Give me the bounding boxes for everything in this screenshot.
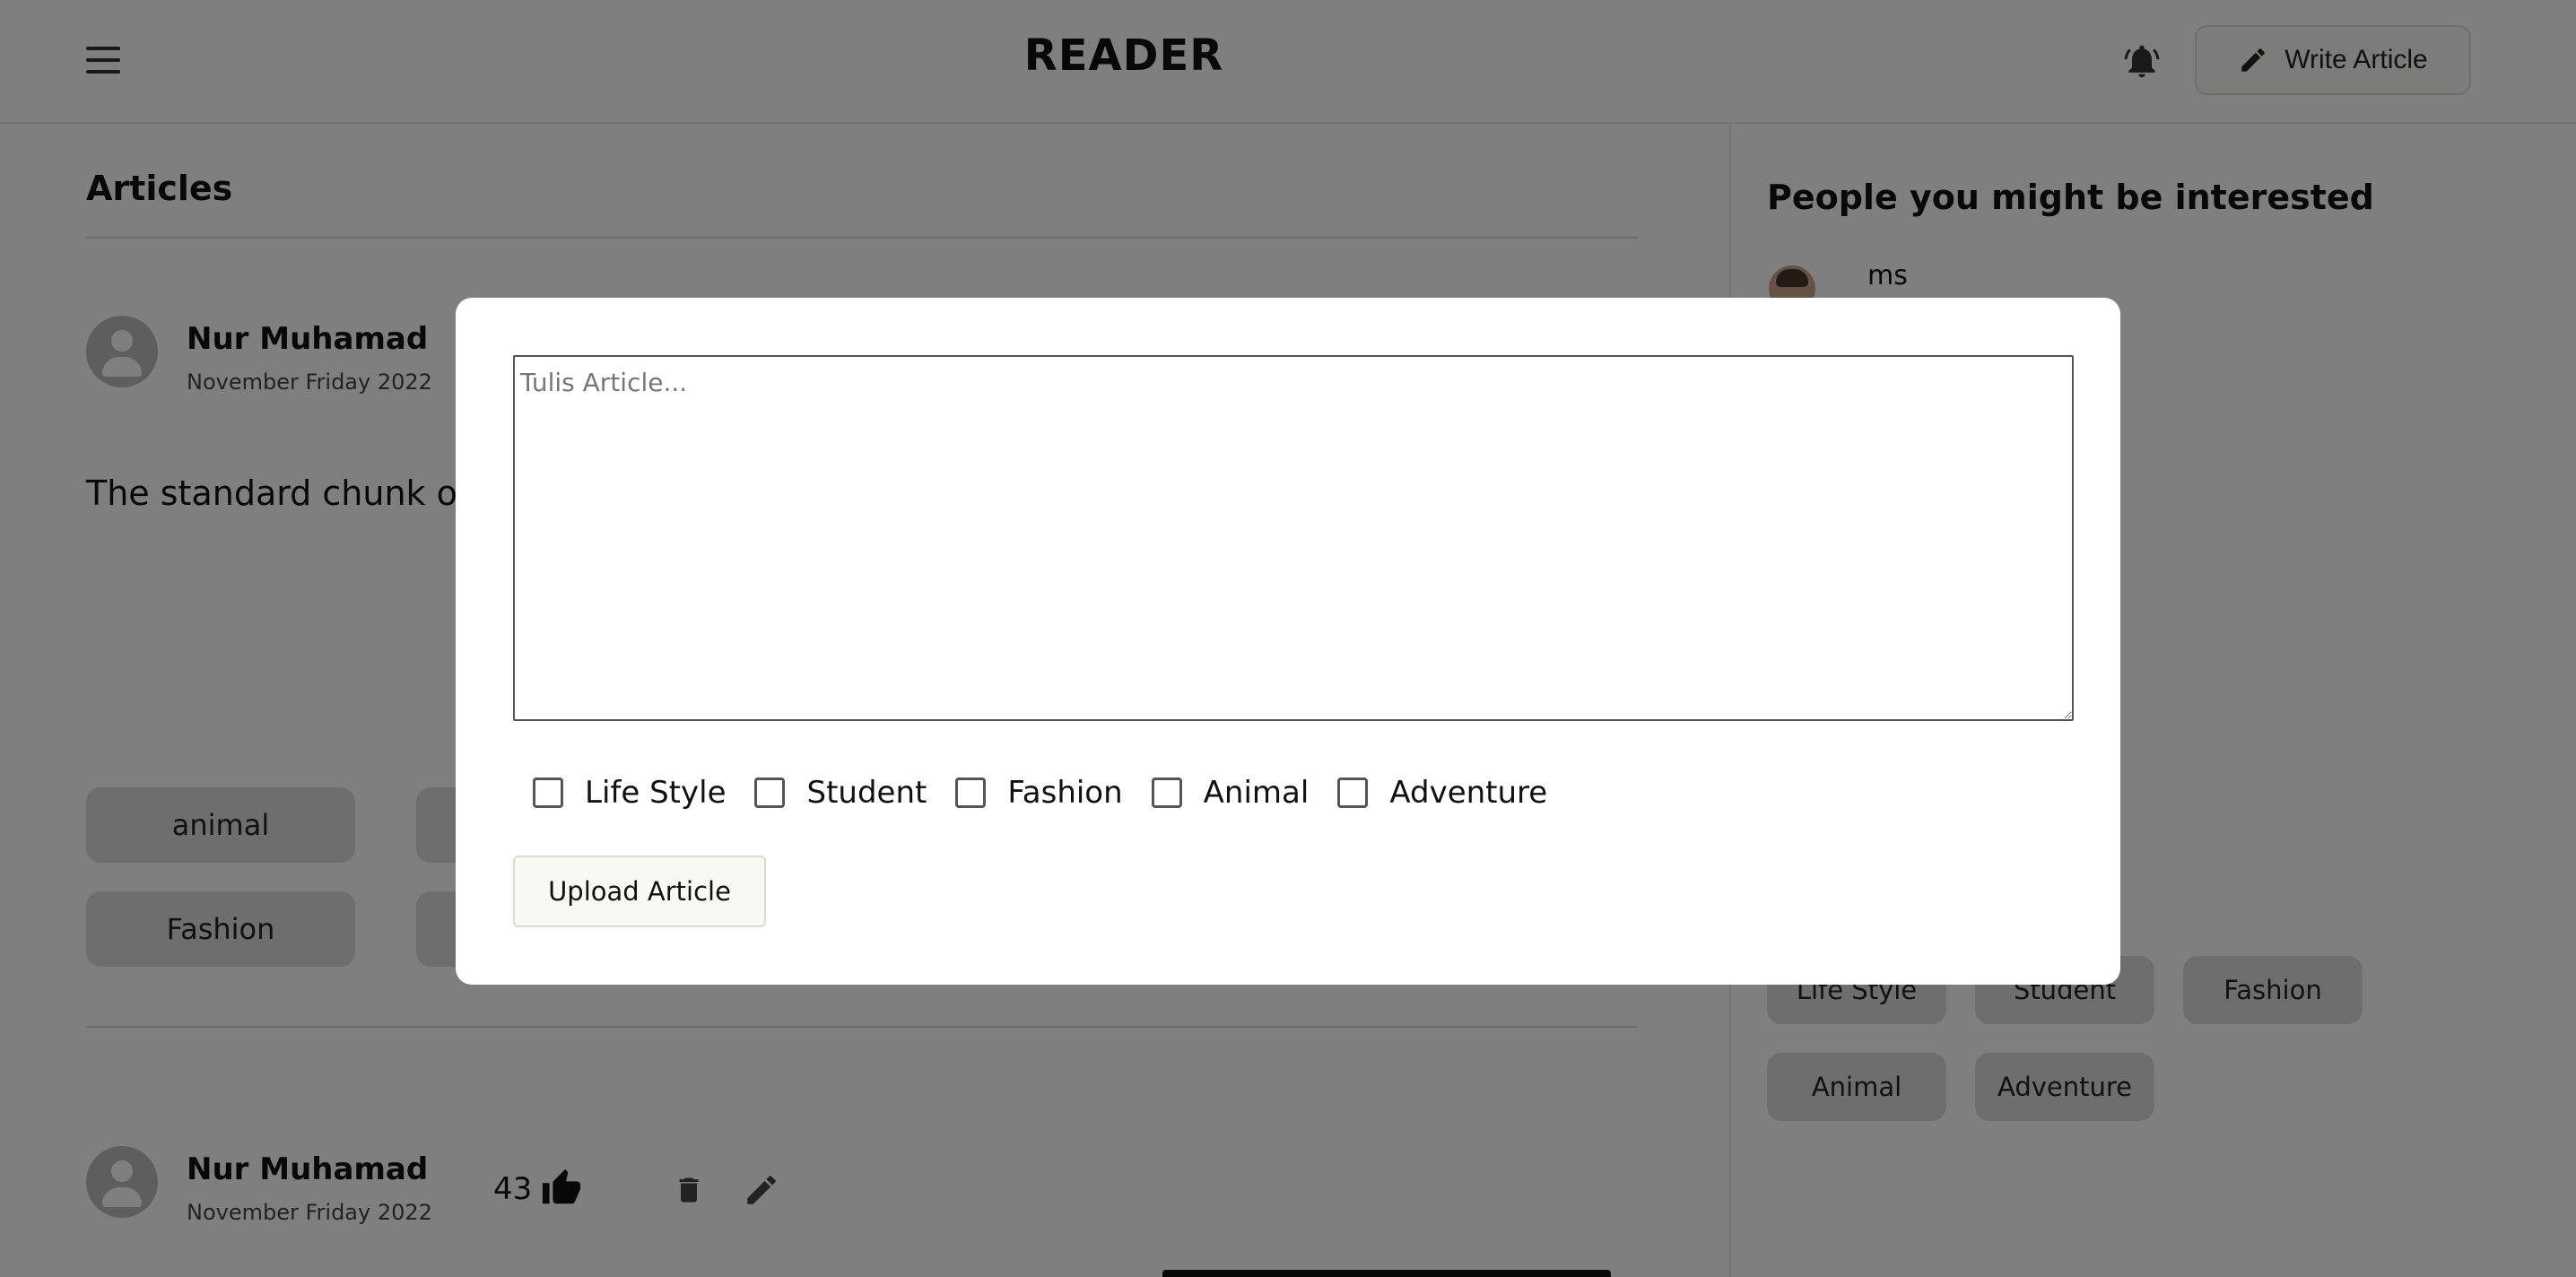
category-label: Life Style bbox=[585, 775, 727, 811]
checkbox-adventure[interactable] bbox=[1337, 777, 1369, 808]
checkbox-student[interactable] bbox=[754, 777, 786, 808]
category-checkboxes: Life Style Student Fashion Animal Advent… bbox=[533, 771, 1576, 814]
checkbox-animal[interactable] bbox=[1151, 777, 1182, 808]
category-label: Fashion bbox=[1007, 775, 1123, 811]
category-life-style[interactable]: Life Style bbox=[533, 775, 726, 811]
category-fashion[interactable]: Fashion bbox=[955, 775, 1123, 811]
reader-page: READER Write Article Articles Nur Muhama… bbox=[0, 0, 2576, 1277]
category-student[interactable]: Student bbox=[754, 775, 927, 811]
category-label: Adventure bbox=[1389, 775, 1548, 811]
write-article-modal: Life Style Student Fashion Animal Advent… bbox=[456, 298, 2120, 985]
checkbox-fashion[interactable] bbox=[955, 777, 987, 808]
category-adventure[interactable]: Adventure bbox=[1337, 775, 1547, 811]
article-textarea[interactable] bbox=[513, 355, 2074, 721]
category-animal[interactable]: Animal bbox=[1151, 775, 1310, 811]
upload-article-button[interactable]: Upload Article bbox=[513, 856, 766, 927]
category-label: Animal bbox=[1203, 775, 1310, 811]
category-label: Student bbox=[806, 775, 927, 811]
checkbox-life-style[interactable] bbox=[533, 777, 563, 808]
